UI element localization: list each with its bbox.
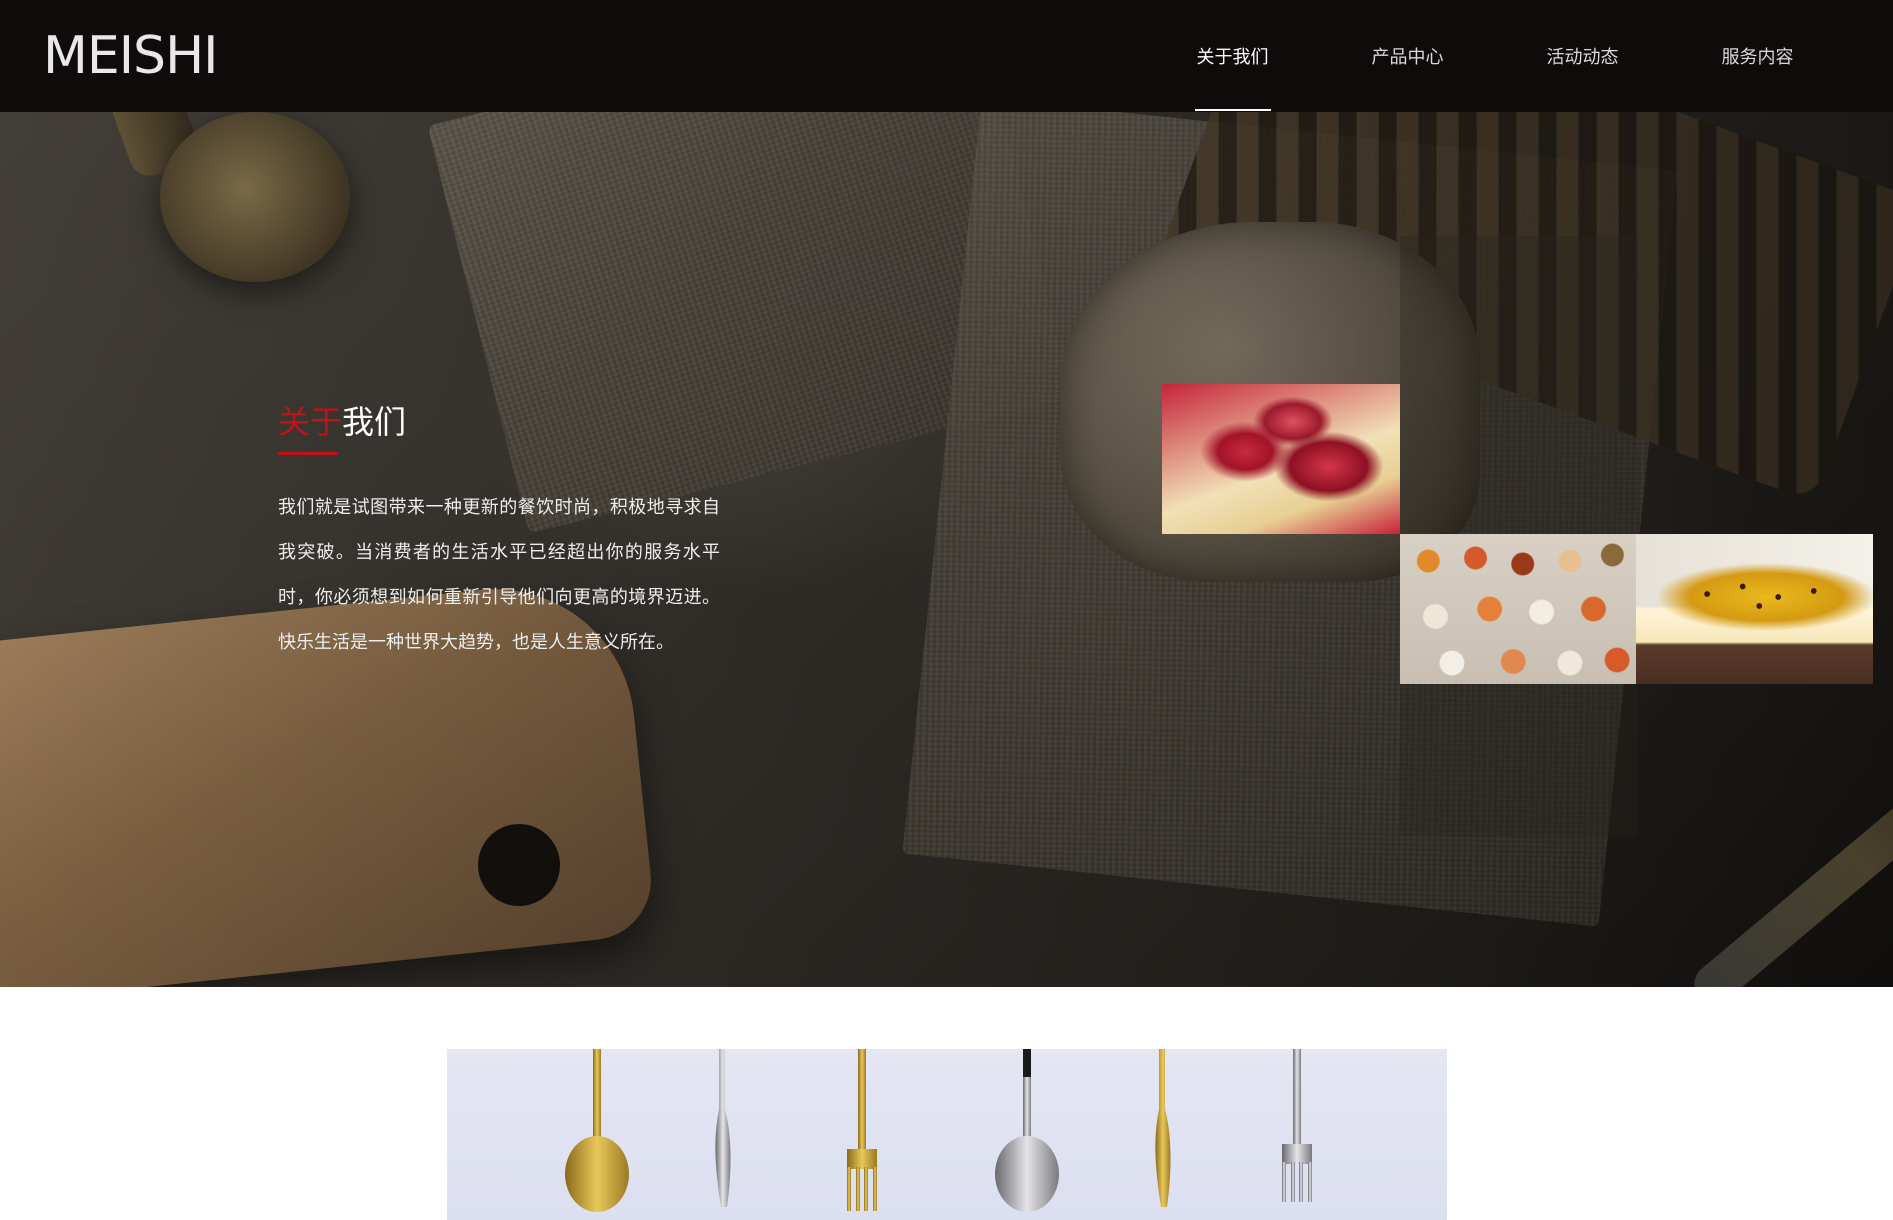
nav-item-services[interactable]: 服务内容 <box>1670 0 1845 112</box>
gold-fork-icon <box>847 1049 877 1211</box>
about-description: 我们就是试图带来一种更新的餐饮时尚，积极地寻求自我突破。当消费者的生活水平已经超… <box>278 497 720 652</box>
title-underline <box>278 452 338 455</box>
about-title-rest: 我们 <box>342 404 407 440</box>
silver-spoon-icon <box>995 1049 1059 1212</box>
nav-item-about[interactable]: 关于我们 <box>1145 0 1320 112</box>
nav-item-label: 产品中心 <box>1371 47 1444 67</box>
nav-item-label: 活动动态 <box>1546 47 1619 67</box>
nav-item-products[interactable]: 产品中心 <box>1320 0 1495 112</box>
about-title-highlight: 关于 <box>278 404 343 440</box>
silver-knife-icon <box>715 1049 731 1207</box>
gold-knife-icon <box>1155 1049 1171 1207</box>
cutlery-banner-image <box>447 1049 1447 1220</box>
active-nav-underline <box>1194 109 1271 111</box>
nav-item-activities[interactable]: 活动动态 <box>1495 0 1670 112</box>
top-header: MEISHI 关于我们 产品中心 活动动态 服务内容 <box>0 0 1893 112</box>
fruit-tart-image[interactable] <box>1162 384 1400 534</box>
main-nav: 关于我们 产品中心 活动动态 服务内容 <box>1145 0 1845 112</box>
about-section: 关于我们 我们就是试图带来一种更新的餐饮时尚，积极地寻求自我突破。当消费者的生活… <box>278 400 728 665</box>
dim-sum-image[interactable] <box>1400 534 1636 684</box>
nav-item-label: 服务内容 <box>1721 47 1794 67</box>
mousse-cake-image[interactable] <box>1636 534 1873 684</box>
silver-fork-icon <box>1282 1049 1312 1202</box>
about-title: 关于我们 <box>278 400 728 444</box>
site-logo[interactable]: MEISHI <box>43 26 219 86</box>
gold-spoon-icon <box>565 1049 629 1212</box>
nav-item-label: 关于我们 <box>1196 47 1269 67</box>
